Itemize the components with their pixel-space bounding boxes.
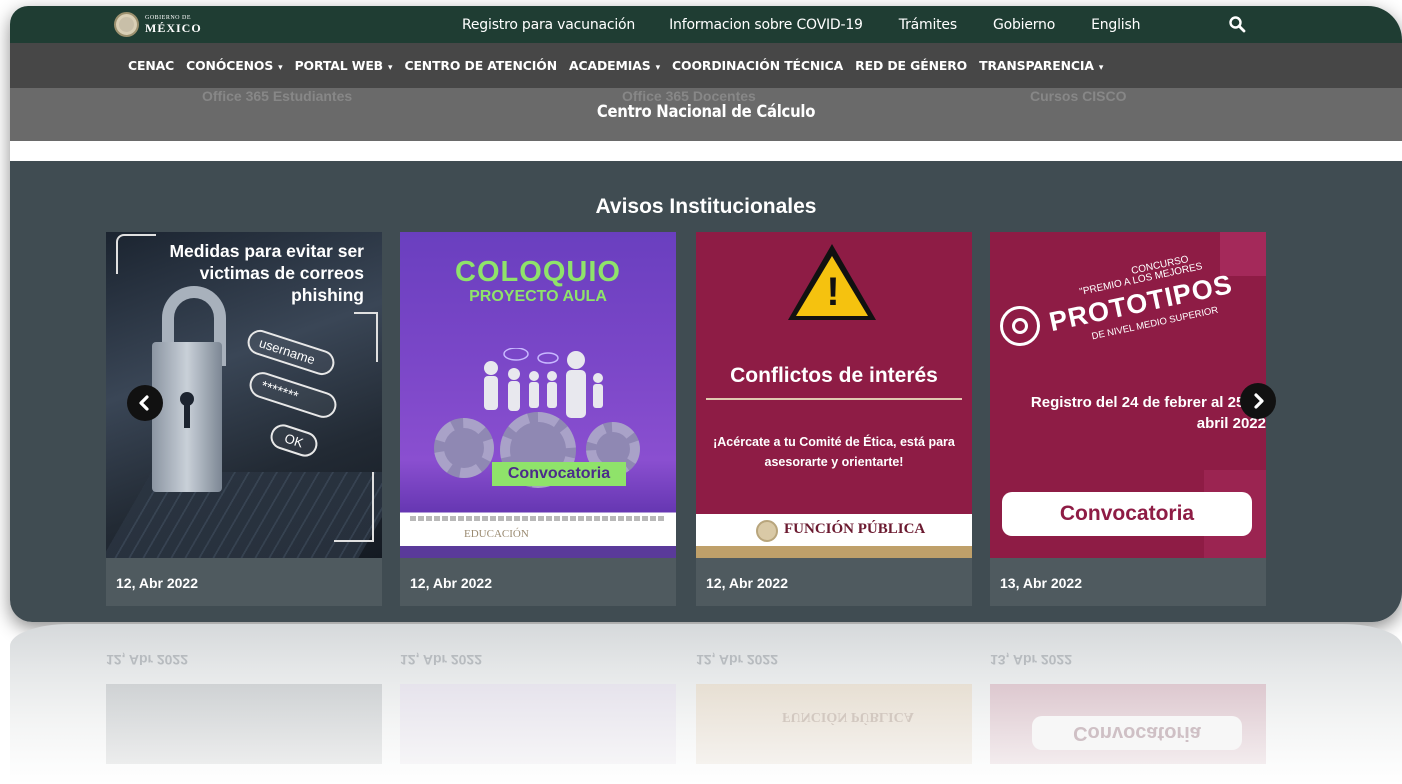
- card-date: 12, Abr 2022: [410, 575, 492, 591]
- nav-item-label: CENTRO DE ATENCIÓN: [404, 58, 558, 73]
- reflection-card: [696, 684, 972, 764]
- link-english[interactable]: English: [1091, 17, 1140, 33]
- nav-item-label: COORDINACIÓN TÉCNICA: [672, 58, 844, 73]
- nav-item-portal-web[interactable]: PORTAL WEB ▾: [295, 58, 393, 73]
- poster-registro-text: Registro del 24 de febrer al 25 de abril…: [1030, 394, 1266, 432]
- reflection-date: 12, Abr 2022: [696, 652, 778, 668]
- main-navigation: CENAC CONÓCENOS ▾ PORTAL WEB ▾ CENTRO DE ATEN…: [10, 43, 1402, 88]
- carousel-prev-button[interactable]: [127, 385, 163, 421]
- section-title: Avisos Institucionales: [595, 195, 817, 218]
- mexico-seal-icon: [756, 520, 778, 542]
- caret-down-icon: ▾: [655, 63, 661, 73]
- poster-headline: Medidas para evitar ser victimas de corr…: [169, 241, 364, 305]
- chevron-right-icon: [1254, 393, 1264, 409]
- aviso-card[interactable]: COLOQUIO PROYECTO AULA Convocatoria EDUC…: [400, 232, 676, 606]
- card-date: 13, Abr 2022: [1000, 575, 1082, 591]
- poster-footer: FUNCIÓN PÚBLICA: [696, 514, 972, 558]
- search-icon[interactable]: [1228, 15, 1246, 33]
- exclamation-mark: !: [826, 270, 840, 314]
- gov-logo-text: GOBIERNO DE MÉXICO: [145, 15, 202, 34]
- keyhole: [184, 402, 190, 428]
- reflection-logo: FUNCIÓN PÚBLICA: [782, 709, 914, 724]
- poster-convocatoria-label: Convocatoria: [1002, 492, 1252, 536]
- card-date: 12, Abr 2022: [116, 575, 198, 591]
- poster-ok-button: OK: [267, 421, 321, 460]
- educacion-logo: EDUCACIÓN: [464, 528, 529, 540]
- aviso-poster-prototipos[interactable]: CONCURSO "PREMIO A LOS MEJORES PROTOTIPO…: [990, 232, 1266, 558]
- nav-item-coordinación-técnica[interactable]: COORDINACIÓN TÉCNICA: [672, 58, 843, 73]
- reflection-date: 12, Abr 2022: [106, 652, 188, 668]
- nav-item-label: RED DE GÉNERO: [855, 58, 968, 73]
- nav-item-conócenos[interactable]: CONÓCENOS ▾: [186, 58, 283, 73]
- poster-password-field: *******: [246, 368, 340, 422]
- funcion-publica-logo: FUNCIÓN PÚBLICA: [784, 521, 926, 537]
- poster-text: ¡Acércate a tu Comité de Ética, está par…: [713, 435, 955, 469]
- nav-item-centro-de-atención[interactable]: CENTRO DE ATENCIÓN: [404, 58, 557, 73]
- link-registro-vacunacion[interactable]: Registro para vacunación: [462, 17, 635, 33]
- nav-list: CENAC CONÓCENOS ▾ PORTAL WEB ▾ CENTRO DE ATEN…: [128, 43, 1115, 88]
- gov-logo-line2: MÉXICO: [145, 21, 202, 35]
- reflection-card: [106, 684, 382, 764]
- poster-convocatoria-label: Convocatoria: [492, 462, 626, 486]
- nav-item-transparencia[interactable]: TRANSPARENCIA ▾: [979, 58, 1103, 73]
- nav-item-label: CONÓCENOS: [186, 58, 274, 73]
- government-top-bar: GOBIERNO DE MÉXICO Registro para vacunac…: [10, 6, 1402, 43]
- gobierno-de-mexico-logo[interactable]: GOBIERNO DE MÉXICO: [114, 12, 202, 37]
- nav-item-academias[interactable]: ACADEMIAS ▾: [569, 58, 660, 73]
- avisos-institucionales-section: Avisos Institucionales Medidas para evit…: [10, 161, 1402, 622]
- reflection-convocatoria: Convocatoria: [1032, 716, 1242, 750]
- nav-item-cenac[interactable]: CENAC: [128, 58, 174, 73]
- poster-footer: EDUCACIÓN: [400, 514, 676, 558]
- gov-links: Registro para vacunación Informacion sob…: [462, 6, 1176, 43]
- nav-item-label: PORTAL WEB: [294, 58, 384, 73]
- fine-print: [410, 516, 666, 521]
- caret-down-icon: ▾: [278, 63, 283, 73]
- link-informacion-covid[interactable]: Informacion sobre COVID-19: [669, 17, 863, 33]
- nav-item-label: CENAC: [128, 58, 175, 73]
- carousel-next-button[interactable]: [1240, 383, 1276, 419]
- poster-title: Conflictos de interés: [730, 364, 938, 387]
- divider: [706, 398, 962, 400]
- decorative-frame: [334, 472, 374, 542]
- chevron-left-icon: [139, 395, 149, 411]
- nav-item-red-de-género[interactable]: RED DE GÉNERO: [855, 58, 967, 73]
- caret-down-icon: ▾: [1098, 63, 1104, 73]
- browser-viewport: GOBIERNO DE MÉXICO Registro para vacunac…: [10, 6, 1402, 622]
- site-title: Centro Nacional de Cálculo: [596, 102, 816, 121]
- nav-item-label: TRANSPARENCIA: [979, 58, 1094, 73]
- aviso-poster-conflictos[interactable]: ! Conflictos de interés ¡Acércate a tu C…: [696, 232, 972, 558]
- footer-bar: [400, 546, 676, 558]
- poster-subtitle: PROYECTO AULA: [469, 288, 607, 305]
- poster-title: COLOQUIO: [455, 256, 621, 288]
- reflection-card: [400, 684, 676, 764]
- reflection-date: 13, Abr 2022: [990, 652, 1072, 668]
- decorative-frame: [354, 312, 378, 362]
- gear-icon: [434, 418, 494, 478]
- nav-item-label: ACADEMIAS: [569, 58, 651, 73]
- reflection-date: 12, Abr 2022: [400, 652, 482, 668]
- link-gobierno[interactable]: Gobierno: [993, 17, 1055, 33]
- footer-bar: [696, 546, 972, 558]
- poster-username-field: username: [244, 326, 338, 379]
- gear-icon: [1012, 318, 1028, 334]
- mexico-seal-icon: [114, 12, 139, 37]
- aviso-poster-coloquio[interactable]: COLOQUIO PROYECTO AULA Convocatoria EDUC…: [400, 232, 676, 558]
- aviso-card[interactable]: ! Conflictos de interés ¡Acércate a tu C…: [696, 232, 972, 606]
- card-date: 12, Abr 2022: [706, 575, 788, 591]
- aviso-card[interactable]: CONCURSO "PREMIO A LOS MEJORES PROTOTIPO…: [990, 232, 1266, 606]
- header-band: Office 365 Estudiantes Office 365 Docent…: [10, 88, 1402, 141]
- mirror-reflection: 12, Abr 2022 12, Abr 2022 12, Abr 2022 1…: [10, 624, 1402, 784]
- caret-down-icon: ▾: [388, 63, 393, 73]
- link-tramites[interactable]: Trámites: [899, 17, 957, 33]
